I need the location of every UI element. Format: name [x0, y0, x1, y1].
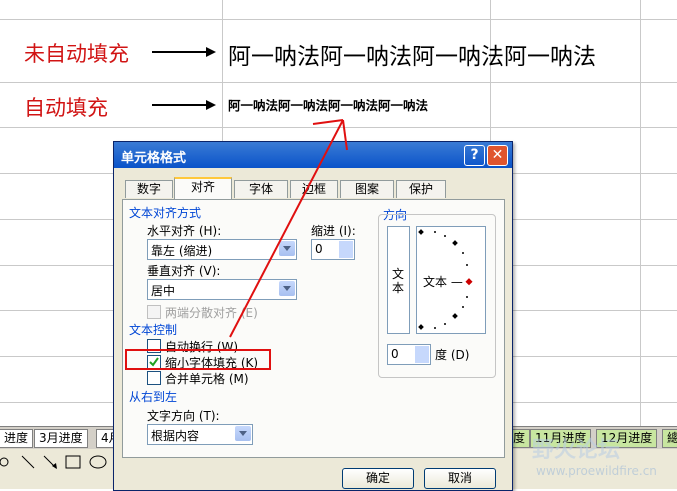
ok-button[interactable]: 确定	[342, 468, 414, 489]
text-direction-select[interactable]: 根据内容	[147, 424, 253, 445]
arrow-tool-head-icon	[52, 463, 57, 469]
watermark-url: www.proewildfire.cn	[536, 464, 657, 478]
text-control-group: 文本控制	[129, 323, 178, 337]
watermark-brand: 野火论坛	[532, 438, 621, 463]
text-direction-value: 根据内容	[151, 429, 200, 443]
orientation-dial[interactable]: 文本 —	[416, 226, 486, 334]
text-direction-label: 文字方向 (T):	[147, 409, 220, 423]
tab-protection[interactable]: 保护	[396, 180, 446, 198]
spinner-arrows-icon[interactable]	[415, 346, 429, 363]
sheet-tab-prev[interactable]: 进度	[0, 429, 34, 448]
close-button[interactable]: ✕	[487, 145, 508, 166]
cancel-button[interactable]: 取消	[424, 468, 496, 489]
orientation-text: 文本 —	[423, 275, 463, 289]
horizontal-value: 靠左 (缩进)	[151, 244, 213, 258]
annotation-highlight-box	[125, 349, 271, 370]
help-button[interactable]: ?	[464, 145, 485, 166]
oval-tool-icon[interactable]	[89, 455, 107, 469]
line-tool-icon[interactable]	[21, 455, 35, 469]
autoshape-icon[interactable]	[0, 457, 9, 467]
annotation-arrow-icon	[229, 119, 348, 338]
tab-number[interactable]: 数字	[125, 180, 173, 198]
vertical-text-box[interactable]: 文本	[387, 226, 410, 334]
rtl-group: 从右到左	[129, 390, 178, 404]
row2-arrow-icon	[152, 100, 216, 110]
merge-cells-checkbox[interactable]	[147, 371, 161, 385]
row2-label: 自动填充	[24, 96, 108, 120]
merge-cells-label: 合并单元格 (M)	[165, 372, 249, 386]
row1-label: 未自动填充	[24, 42, 129, 66]
vertical-text-label: 文本	[392, 267, 405, 295]
vertical-label: 垂直对齐 (V):	[147, 264, 221, 278]
row1-arrow-icon	[152, 47, 216, 57]
tab-alignment[interactable]: 对齐	[174, 177, 232, 200]
rectangle-tool-icon[interactable]	[65, 455, 81, 469]
horizontal-label: 水平对齐 (H):	[147, 224, 222, 238]
text-alignment-group: 文本对齐方式	[129, 206, 202, 220]
justify-distributed-checkbox[interactable]	[147, 305, 161, 319]
sheet-tab-march[interactable]: 3月进度	[34, 429, 88, 448]
degrees-stepper[interactable]: 0	[387, 344, 431, 365]
degrees-value: 0	[391, 347, 399, 361]
degrees-label: 度 (D)	[435, 348, 470, 362]
dialog-title: 单元格格式	[121, 151, 187, 166]
row1-cell-text[interactable]: 阿一呐法阿一呐法阿一呐法阿一呐法	[228, 37, 596, 71]
vertical-value: 居中	[151, 284, 176, 298]
chevron-down-icon[interactable]	[235, 426, 251, 441]
